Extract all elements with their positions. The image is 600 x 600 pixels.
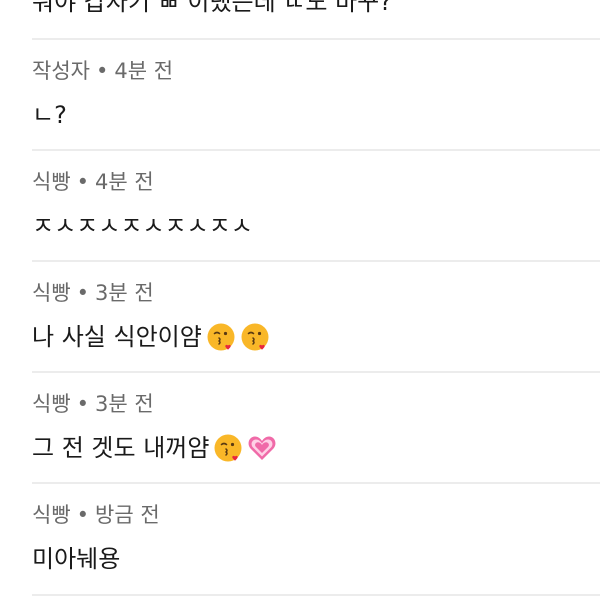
comment-meta: 식빵 • 4분 전 (32, 168, 592, 196)
comment-item[interactable]: 식빵 • 방금 전 미아눼용 (32, 501, 592, 575)
kissing-face-icon (240, 322, 270, 352)
divider (32, 260, 600, 262)
comment-time: 4분 전 (114, 59, 174, 83)
meta-separator: • (76, 392, 90, 416)
comment-text-container: ㅈㅅㅈㅅㅈㅅㅈㅅㅈㅅ (32, 210, 592, 242)
comment-text: 미아눼용 (32, 545, 121, 573)
divider (32, 371, 600, 373)
meta-separator: • (76, 503, 90, 527)
meta-separator: • (76, 170, 90, 194)
comment-text-container: 그 전 겟도 내꺼얌 (32, 432, 592, 464)
divider (32, 482, 600, 484)
comment-meta: 작성자 • 4분 전 (32, 57, 592, 85)
comment-text: 그 전 겟도 내꺼얌 (32, 434, 210, 462)
comment-text-container: 나 사실 식안이얌 (32, 321, 592, 353)
divider (32, 594, 600, 596)
comment-item[interactable]: 식빵 • 4분 전 ㅈㅅㅈㅅㅈㅅㅈㅅㅈㅅ (32, 168, 592, 242)
comment-text: ㅈㅅㅈㅅㅈㅅㅈㅅㅈㅅ (32, 212, 253, 240)
divider (32, 38, 600, 40)
comment-item[interactable]: 식빵 • 3분 전 나 사실 식안이얌 (32, 279, 592, 353)
comment-time: 방금 전 (95, 503, 160, 527)
comment-meta: 식빵 • 3분 전 (32, 279, 592, 307)
comment-text: 나 사실 식안이얌 (32, 323, 202, 351)
comment-meta: 식빵 • 3분 전 (32, 390, 592, 418)
comment-author[interactable]: 식빵 (32, 392, 71, 416)
comment-text-partial: 뭐야 갑자기 ㅃ 이랬는데 ㄸ도 바꾸? (32, 0, 393, 16)
comment-item[interactable]: 식빵 • 3분 전 그 전 겟도 내꺼얌 (32, 390, 592, 464)
kissing-face-icon (206, 322, 236, 352)
comment-list: 뭐야 갑자기 ㅃ 이랬는데 ㄸ도 바꾸? 작성자 • 4분 전 ㄴ? 식빵 • 4분 전… (0, 0, 600, 600)
comment-text-container: 미아눼용 (32, 543, 592, 575)
growing-heart-icon (247, 433, 277, 463)
comment-meta: 식빵 • 방금 전 (32, 501, 592, 529)
comment-time: 4분 전 (95, 170, 154, 194)
comment-author[interactable]: 작성자 (32, 59, 90, 83)
meta-separator: • (76, 281, 90, 305)
comment-text: ㄴ? (32, 101, 67, 129)
comment-time: 3분 전 (95, 392, 154, 416)
comment-item[interactable]: 작성자 • 4분 전 ㄴ? (32, 57, 592, 131)
comment-text-container: ㄴ? (32, 99, 592, 131)
comment-author[interactable]: 식빵 (32, 503, 71, 527)
divider (32, 149, 600, 151)
comment-author[interactable]: 식빵 (32, 170, 71, 194)
comment-time: 3분 전 (95, 281, 154, 305)
meta-separator: • (95, 59, 109, 83)
kissing-face-icon (213, 433, 243, 463)
comment-author[interactable]: 식빵 (32, 281, 71, 305)
